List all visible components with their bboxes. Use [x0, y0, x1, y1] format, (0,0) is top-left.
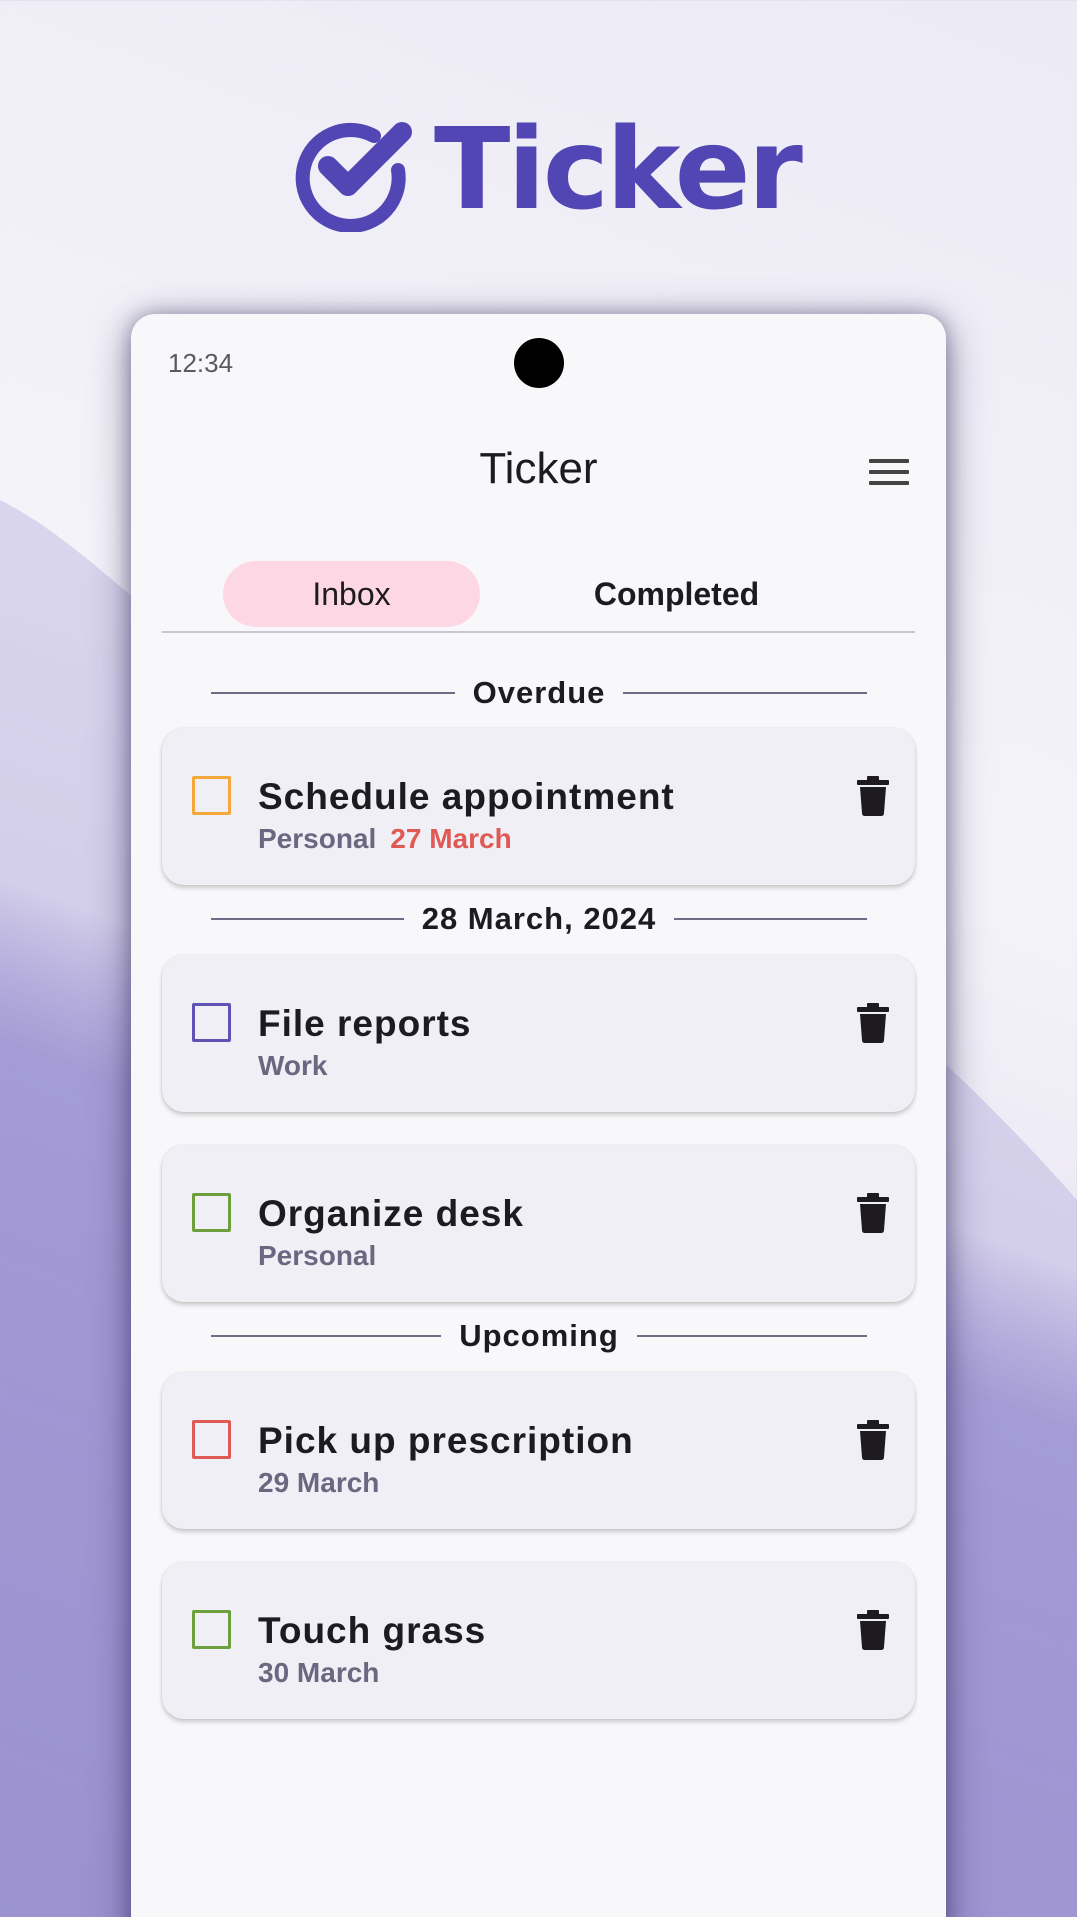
brand-header: Ticker: [290, 105, 803, 235]
task-checkbox[interactable]: [192, 1420, 231, 1459]
task-title: Schedule appointment: [258, 776, 675, 817]
tab-bar: Inbox Completed: [162, 547, 915, 633]
task-meta: Personal: [258, 1240, 376, 1272]
trash-icon[interactable]: [857, 1003, 889, 1043]
status-time: 12:34: [168, 348, 234, 378]
task-tag: Work: [258, 1050, 328, 1081]
trash-icon[interactable]: [857, 1193, 889, 1233]
section-header-upcoming: Upcoming: [211, 1316, 867, 1356]
task-meta: 30 March: [258, 1657, 379, 1689]
checkmark-circle-icon: [295, 122, 412, 232]
section-header-overdue: Overdue: [211, 673, 867, 713]
task-card[interactable]: Pick up prescription 29 March: [162, 1372, 915, 1529]
divider: [211, 692, 455, 694]
tab-completed[interactable]: Completed: [548, 561, 805, 627]
camera-cutout: [514, 338, 564, 388]
task-tag: Personal: [258, 1240, 377, 1271]
section-label: Overdue: [472, 675, 606, 710]
task-meta: Work: [258, 1050, 328, 1082]
task-tag: 29 March: [258, 1467, 380, 1498]
task-meta: 29 March: [258, 1467, 379, 1499]
task-checkbox[interactable]: [192, 1193, 231, 1232]
task-checkbox[interactable]: [192, 1610, 231, 1649]
trash-icon[interactable]: [857, 1610, 889, 1650]
task-title: File reports: [258, 1003, 472, 1044]
tab-inbox[interactable]: Inbox: [223, 561, 480, 627]
tab-completed-label: Completed: [593, 575, 760, 612]
divider: [211, 1335, 442, 1337]
hamburger-menu-icon[interactable]: [869, 459, 909, 489]
task-checkbox[interactable]: [192, 776, 231, 815]
task-title: Pick up prescription: [258, 1420, 634, 1461]
trash-icon[interactable]: [857, 776, 889, 816]
divider: [674, 918, 867, 920]
task-title: Organize desk: [258, 1193, 524, 1234]
task-card[interactable]: Schedule appointment Personal 27 March: [162, 728, 915, 885]
task-tag: Personal: [258, 823, 377, 854]
divider: [636, 1335, 867, 1337]
section-header-date: 28 March, 2024: [211, 899, 867, 939]
task-card[interactable]: Organize desk Personal: [162, 1145, 915, 1302]
phone-frame: 12:34 Ticker Inbox Completed Overdue Sch…: [131, 314, 946, 1917]
section-label: Upcoming: [459, 1318, 619, 1353]
task-meta: Personal 27 March: [258, 823, 512, 855]
divider: [211, 918, 404, 920]
task-title: Touch grass: [258, 1610, 487, 1651]
trash-icon[interactable]: [857, 1420, 889, 1460]
task-checkbox[interactable]: [192, 1003, 231, 1042]
tab-inbox-label: Inbox: [312, 575, 391, 612]
brand-name: Ticker: [434, 105, 803, 235]
app-title: Ticker: [479, 444, 598, 493]
task-due-date: 27 March: [390, 823, 512, 854]
divider: [623, 692, 867, 694]
task-tag: 30 March: [258, 1657, 380, 1688]
task-card[interactable]: Touch grass 30 March: [162, 1562, 915, 1719]
task-card[interactable]: File reports Work: [162, 955, 915, 1112]
section-label: 28 March, 2024: [421, 901, 657, 936]
